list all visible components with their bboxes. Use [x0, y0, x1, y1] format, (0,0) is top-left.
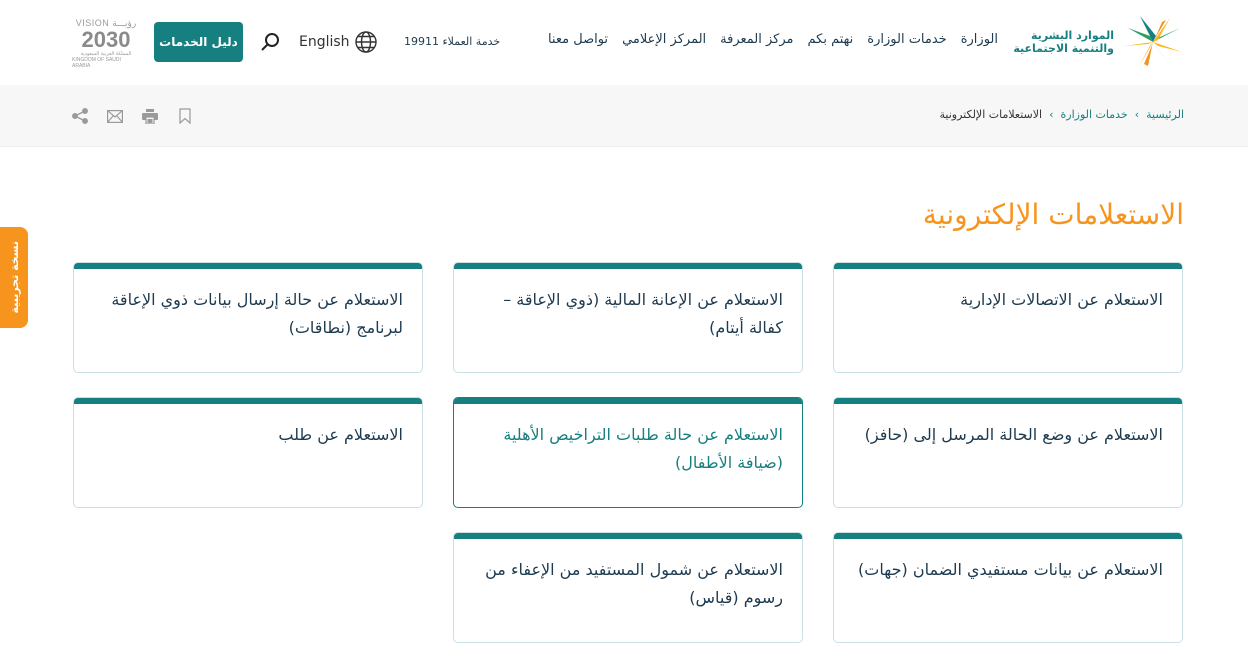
breadcrumb-separator-icon: › [1134, 108, 1140, 121]
language-label: English [299, 34, 350, 50]
logo-line-1: الموارد البشرية [1031, 29, 1114, 42]
vision-2030-logo[interactable]: VISION رؤيـــة 2030 المملكة العربية السع… [72, 18, 140, 69]
nav-item-we-care[interactable]: نهتم بكم [808, 32, 854, 47]
breadcrumb-ministry-services[interactable]: خدمات الوزارة [1061, 108, 1128, 121]
inquiry-card-qiyas-fee-exemption[interactable]: الاستعلام عن شمول المستفيد من الإعفاء من… [453, 532, 803, 643]
card-title: الاستعلام عن الاتصالات الإدارية [960, 290, 1163, 309]
card-title: الاستعلام عن شمول المستفيد من الإعفاء من… [485, 560, 783, 607]
email-button[interactable] [107, 107, 123, 125]
breadcrumb-separator-icon: › [1049, 108, 1054, 121]
nav-item-contact-us[interactable]: تواصل معنا [548, 32, 608, 47]
nav-item-media-center[interactable]: المركز الإعلامي [622, 32, 706, 47]
ministry-logo[interactable]: الموارد البشرية والتنمية الاجتماعية [1013, 14, 1184, 70]
search-icon[interactable] [259, 31, 281, 53]
customer-service-hotline[interactable]: خدمة العملاء 19911 [404, 35, 500, 48]
card-title: الاستعلام عن حالة طلبات التراخيص الأهلية… [503, 425, 783, 472]
ministry-star-logo-icon [1124, 16, 1182, 68]
share-button[interactable] [72, 107, 88, 125]
nav-item-ministry-services[interactable]: خدمات الوزارة [867, 32, 946, 47]
inquiry-card-disability-data-nitaqat[interactable]: الاستعلام عن حالة إرسال بيانات ذوي الإعا… [73, 262, 423, 373]
bookmark-icon [179, 108, 191, 124]
globe-icon [354, 31, 377, 53]
share-icon [72, 108, 88, 124]
card-title: الاستعلام عن طلب [278, 425, 403, 444]
vision-bottom-en: KINGDOM OF SAUDI ARABIA [72, 57, 121, 69]
inquiry-card-childcare-licenses[interactable]: الاستعلام عن حالة طلبات التراخيص الأهلية… [453, 397, 803, 508]
services-guide-button[interactable]: دليل الخدمات [154, 22, 243, 62]
inquiry-card-request[interactable]: الاستعلام عن طلب [73, 397, 423, 508]
language-switch[interactable]: English [299, 30, 378, 54]
page-title: الاستعلامات الإلكترونية [922, 198, 1184, 231]
breadcrumb-current: الاستعلامات الإلكترونية [939, 108, 1043, 121]
vision-year: 2030 [81, 27, 131, 52]
print-icon [142, 108, 158, 124]
inquiry-card-social-security-beneficiaries[interactable]: الاستعلام عن بيانات مستفيدي الضمان (جهات… [833, 532, 1183, 643]
main-nav: الوزارة خدمات الوزارة نهتم بكم مركز المع… [548, 32, 998, 47]
logo-text: الموارد البشرية والتنمية الاجتماعية [1013, 29, 1114, 55]
email-icon [107, 109, 123, 123]
beta-version-label: نسخة تجريبية [7, 241, 21, 314]
card-title: الاستعلام عن وضع الحالة المرسل إلى (حافز… [864, 425, 1163, 444]
inquiry-card-financial-aid[interactable]: الاستعلام عن الإعانة المالية (ذوي الإعاق… [453, 262, 803, 373]
beta-version-tab[interactable]: نسخة تجريبية [0, 227, 28, 328]
card-title: الاستعلام عن حالة إرسال بيانات ذوي الإعا… [111, 290, 403, 337]
card-title: الاستعلام عن الإعانة المالية (ذوي الإعاق… [503, 290, 783, 337]
nav-item-ministry[interactable]: الوزارة [961, 32, 998, 47]
page-tools [72, 107, 193, 125]
breadcrumb-bar: الرئيسية › خدمات الوزارة › الاستعلامات ا… [0, 85, 1248, 147]
logo-line-2: والتنمية الاجتماعية [1013, 42, 1114, 55]
print-button[interactable] [142, 107, 158, 125]
inquiry-card-administrative-communications[interactable]: الاستعلام عن الاتصالات الإدارية [833, 262, 1183, 373]
breadcrumb: الرئيسية › خدمات الوزارة › الاستعلامات ا… [940, 108, 1184, 121]
card-title: الاستعلام عن بيانات مستفيدي الضمان (جهات… [858, 560, 1163, 579]
breadcrumb-home[interactable]: الرئيسية [1146, 108, 1184, 121]
site-header: الموارد البشرية والتنمية الاجتماعية الوز… [0, 0, 1248, 85]
inquiry-card-hafiz-status[interactable]: الاستعلام عن وضع الحالة المرسل إلى (حافز… [833, 397, 1183, 508]
bookmark-button[interactable] [177, 107, 193, 125]
nav-item-knowledge-center[interactable]: مركز المعرفة [720, 32, 793, 47]
